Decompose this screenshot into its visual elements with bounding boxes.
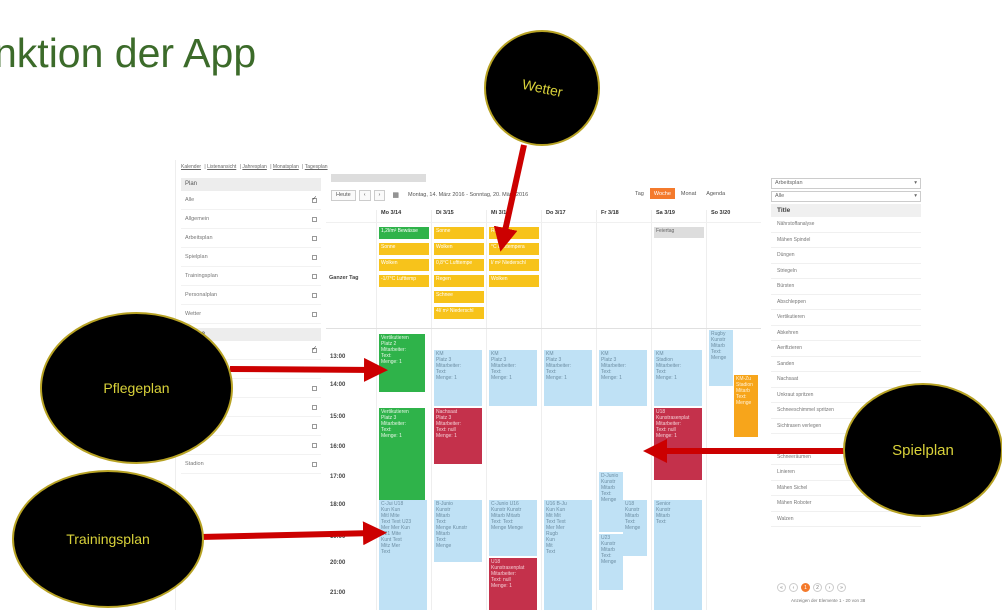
slide: nktion der App Kalender | Listenansicht … [0,0,1002,610]
callout-wetter: Wetter [484,30,600,146]
callout-spielplan: Spielplan [843,383,1002,517]
arrow-trainingsplan [199,521,387,546]
arrow-pflegeplan [229,357,388,382]
callout-trainingsplan: Trainingsplan [12,470,204,608]
callout-pflegeplan: Pflegeplan [40,312,233,464]
arrow-wetter [493,144,527,252]
